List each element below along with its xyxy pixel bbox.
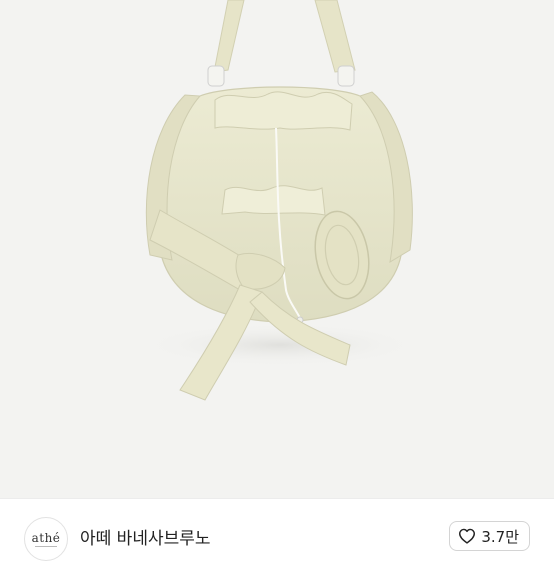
brand-logo-wordmark: athé (31, 530, 61, 545)
product-info-bar: athé 아떼 바네사브루노 3.7만 (0, 498, 554, 561)
product-title[interactable]: 아떼 바네사브루노 (80, 524, 211, 549)
brand-logo[interactable]: athé (24, 517, 68, 561)
brand-logo-underline (35, 545, 57, 547)
like-count: 3.7만 (481, 527, 519, 546)
heart-outline-icon (458, 528, 476, 544)
bag-illustration (140, 0, 420, 401)
product-photo[interactable] (0, 0, 554, 498)
like-button[interactable]: 3.7만 (449, 521, 530, 551)
